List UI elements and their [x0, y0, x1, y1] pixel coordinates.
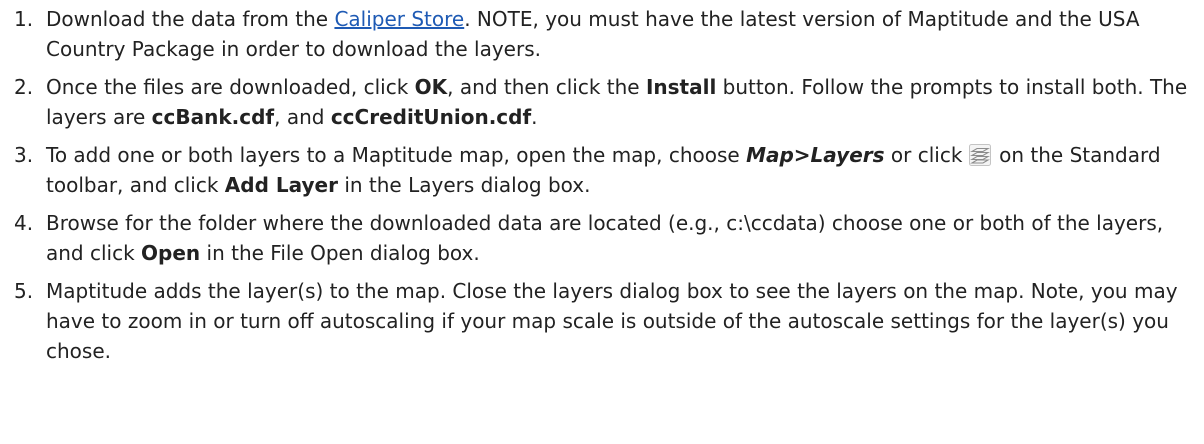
open-label: Open [141, 241, 201, 265]
step-5: 5. Maptitude adds the layer(s) to the ma… [0, 276, 1204, 366]
step-number: 1. [14, 7, 34, 31]
step-text: Maptitude adds the layer(s) to the map. … [46, 279, 1178, 363]
text-run: , and then click the [447, 75, 646, 99]
text-run: in the Layers dialog box. [337, 173, 591, 197]
layer-filename: ccCreditUnion.cdf [330, 105, 532, 129]
step-number: 5. [14, 279, 34, 303]
text-run: , and [274, 105, 331, 129]
text-run: Download the data from the [46, 7, 335, 31]
step-4: 4. Browse for the folder where the downl… [0, 208, 1204, 268]
step-number: 3. [14, 143, 34, 167]
install-label: Install [645, 75, 717, 99]
layer-filename: ccBank.cdf [151, 105, 275, 129]
instruction-list: 1. Download the data from the Caliper St… [0, 0, 1204, 366]
text-run: or click [884, 143, 969, 167]
step-text: Download the data from the Caliper Store… [46, 4, 1204, 64]
add-layer-label: Add Layer [224, 173, 338, 197]
menu-path: Map>Layers [746, 143, 885, 167]
step-2: 2. Once the files are downloaded, click … [0, 72, 1204, 132]
caliper-store-link[interactable]: Caliper Store [334, 7, 464, 31]
step-number: 4. [14, 211, 34, 235]
text-run: Once the files are downloaded, click [46, 75, 415, 99]
ok-label: OK [414, 75, 448, 99]
text-run: To add one or both layers to a Maptitude… [46, 143, 747, 167]
text-run: . [531, 105, 538, 129]
step-3: 3. To add one or both layers to a Maptit… [0, 140, 1204, 200]
step-text: Browse for the folder where the download… [46, 208, 1204, 268]
step-text: Once the files are downloaded, click OK,… [46, 72, 1204, 132]
step-1: 1. Download the data from the Caliper St… [0, 4, 1204, 64]
layers-icon[interactable] [968, 144, 991, 166]
text-run: in the File Open dialog box. [200, 241, 480, 265]
step-text: To add one or both layers to a Maptitude… [46, 140, 1204, 200]
step-number: 2. [14, 75, 34, 99]
